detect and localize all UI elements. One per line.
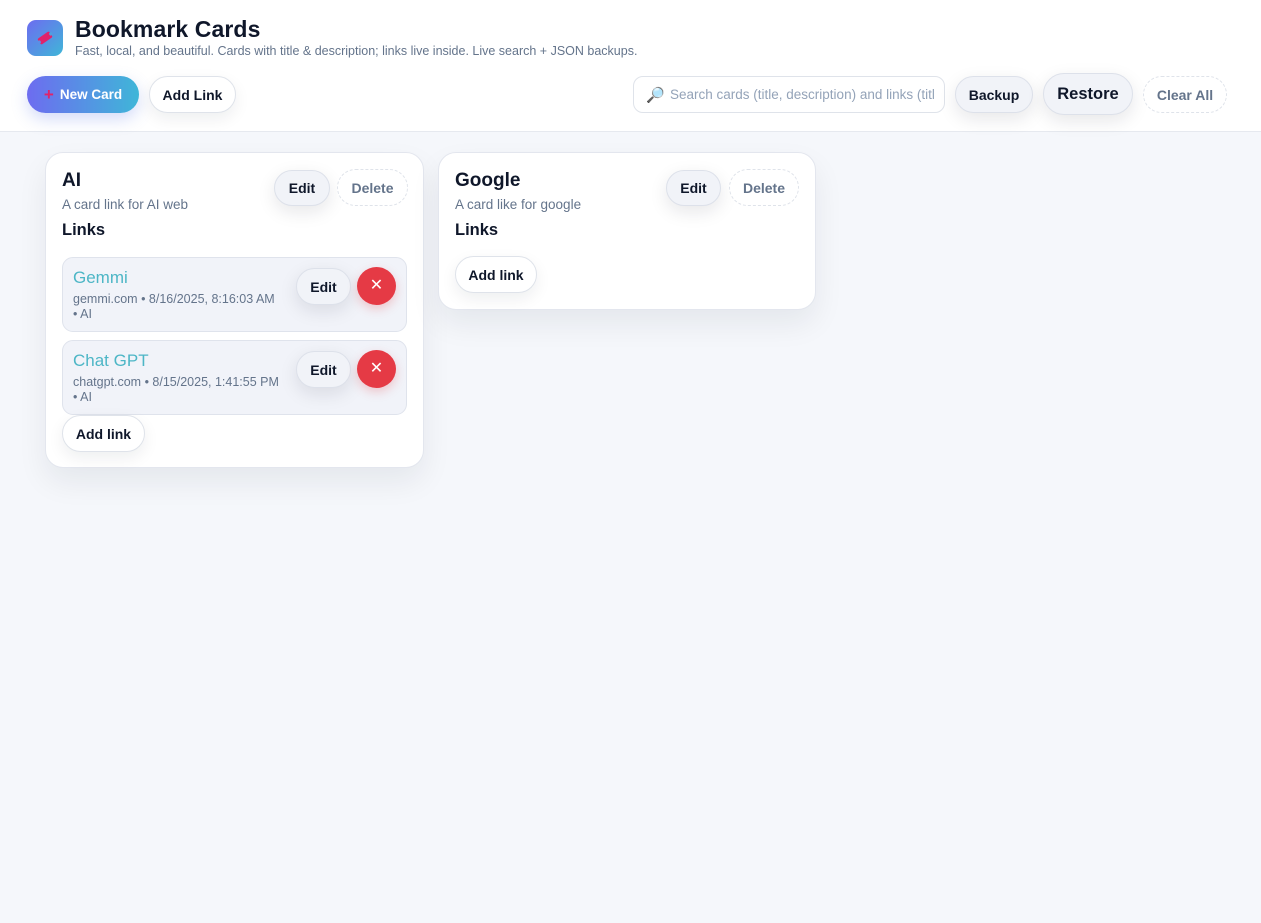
app-header: Bookmark Cards Fast, local, and beautifu… — [0, 0, 1261, 132]
link-edit-button[interactable]: Edit — [296, 268, 351, 305]
link-title[interactable]: Gemmi — [73, 268, 128, 288]
card-title: AI — [62, 170, 81, 191]
link-delete-button[interactable]: ✕ — [357, 350, 396, 388]
card-title: Google — [455, 170, 521, 191]
card-delete-button[interactable]: Delete — [729, 169, 799, 206]
clear-all-button[interactable]: Clear All — [1143, 76, 1227, 113]
link-url-date: gemmi.com • 8/16/2025, 8:16:03 AM — [73, 292, 275, 306]
card-ai: AI A card link for AI web Edit Delete Li… — [45, 152, 424, 468]
card-add-link-button[interactable]: Add link — [455, 256, 537, 293]
backup-button[interactable]: Backup — [955, 76, 1033, 113]
links-heading: Links — [62, 221, 106, 239]
plus-icon: + — [43, 85, 54, 104]
link-delete-button[interactable]: ✕ — [357, 267, 396, 305]
search-icon: 🔎 — [646, 86, 665, 104]
links-heading: Links — [455, 221, 499, 239]
new-card-button[interactable]: + New Card — [27, 76, 139, 113]
link-title[interactable]: Chat GPT — [73, 351, 149, 371]
search-box: 🔎 — [633, 76, 945, 113]
card-add-link-button[interactable]: Add link — [62, 415, 145, 452]
link-meta: gemmi.com • 8/16/2025, 8:16:03 AM • AI — [73, 292, 303, 322]
close-icon: ✕ — [369, 360, 384, 377]
link-meta: chatgpt.com • 8/15/2025, 1:41:55 PM • AI — [73, 375, 303, 405]
link-item-chatgpt: Chat GPT chatgpt.com • 8/15/2025, 1:41:5… — [62, 340, 407, 415]
app-subtitle: Fast, local, and beautiful. Cards with t… — [75, 44, 638, 58]
link-edit-button[interactable]: Edit — [296, 351, 351, 388]
card-edit-button[interactable]: Edit — [666, 170, 721, 206]
ticket-icon — [27, 20, 63, 56]
restore-button[interactable]: Restore — [1043, 73, 1133, 115]
close-icon: ✕ — [369, 277, 384, 294]
link-tags: • AI — [73, 307, 92, 321]
link-item-gemmi: Gemmi gemmi.com • 8/16/2025, 8:16:03 AM … — [62, 257, 407, 332]
card-description: A card like for google — [455, 197, 582, 212]
search-input[interactable] — [670, 87, 935, 102]
link-url-date: chatgpt.com • 8/15/2025, 1:41:55 PM — [73, 375, 279, 389]
card-delete-button[interactable]: Delete — [337, 169, 408, 206]
add-link-button[interactable]: Add Link — [149, 76, 236, 113]
card-edit-button[interactable]: Edit — [274, 170, 330, 206]
card-description: A card link for AI web — [62, 197, 189, 212]
new-card-label: New Card — [59, 87, 123, 102]
card-google: Google A card like for google Edit Delet… — [438, 152, 816, 310]
link-tags: • AI — [73, 390, 92, 404]
app-title: Bookmark Cards — [75, 16, 261, 42]
